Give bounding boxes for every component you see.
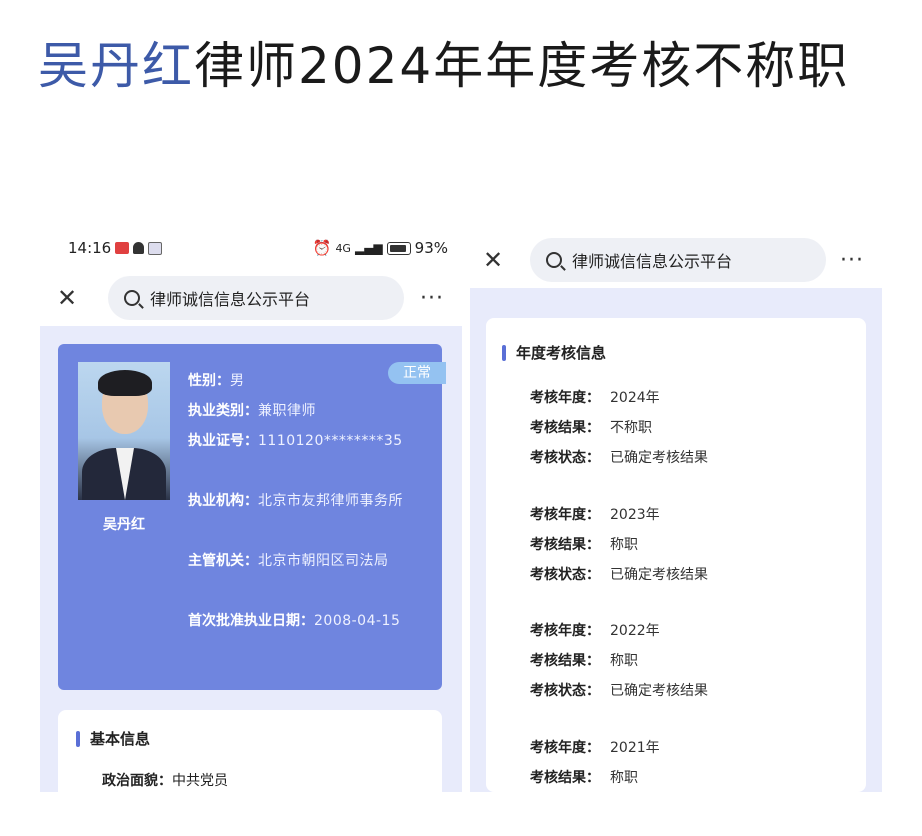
review-status: 已确定考核结果 <box>610 450 708 466</box>
browser-nav-bar: ✕ 律师诚信信息公示平台 ··· <box>470 236 890 284</box>
review-status-row: 考核状态： 已确定考核结果 <box>530 448 708 468</box>
field-value: 北京市朝阳区司法局 <box>258 553 389 569</box>
field-value: 2008-04-15 <box>314 613 401 629</box>
review-status-row: 考核状态： 已确定考核结果 <box>530 681 708 701</box>
review-result-row: 考核结果： 称职 <box>530 535 638 555</box>
app-notification-icon <box>115 242 130 254</box>
field-license-number: 执业证号：1110120********35 <box>188 426 410 456</box>
close-icon[interactable]: ✕ <box>54 284 80 312</box>
search-icon <box>124 290 140 306</box>
headline-name: 吴丹红 <box>38 37 194 95</box>
field-label: 考核状态： <box>530 450 600 466</box>
image-notification-icon <box>148 241 163 255</box>
field-value: 男 <box>230 373 245 389</box>
more-icon[interactable]: ··· <box>420 286 444 311</box>
review-result-row: 考核结果： 称职 <box>530 768 638 788</box>
review-status: 已确定考核结果 <box>610 683 708 699</box>
search-text: 律师诚信信息公示平台 <box>150 290 311 309</box>
section-title-text: 基本信息 <box>90 730 151 748</box>
review-result-row: 考核结果： 不称职 <box>530 418 652 438</box>
field-label: 考核状态： <box>530 683 600 699</box>
section-marker <box>76 730 80 747</box>
field-label: 性别： <box>188 373 230 389</box>
field-label: 执业类别： <box>188 403 258 419</box>
section-title: 基本信息 <box>76 728 150 749</box>
field-label: 政治面貌： <box>102 773 172 789</box>
lawyer-name: 吴丹红 <box>103 517 145 533</box>
field-authority: 主管机关：北京市朝阳区司法局 <box>188 546 410 576</box>
search-box[interactable]: 律师诚信信息公示平台 <box>108 276 404 320</box>
section-title-text: 年度考核信息 <box>516 344 607 362</box>
field-gender: 性别：男 <box>188 366 428 396</box>
field-label: 首次批准执业日期： <box>188 613 314 629</box>
field-label: 执业证号： <box>188 433 258 449</box>
review-status: 已确定考核结果 <box>610 567 708 583</box>
field-label: 考核结果： <box>530 653 600 669</box>
battery-icon <box>386 241 411 255</box>
field-value: 1110120********35 <box>258 433 403 449</box>
review-result: 称职 <box>610 537 638 553</box>
lawyer-photo <box>78 362 170 500</box>
field-law-firm: 执业机构：北京市友邦律师事务所 <box>188 486 410 516</box>
review-year-row: 考核年度： 2021年 <box>530 738 660 758</box>
field-value: 中共党员 <box>172 773 228 789</box>
alarm-icon: ⏰ <box>312 239 332 257</box>
review-result: 称职 <box>610 770 638 786</box>
right-screenshot: ✕ 律师诚信信息公示平台 ··· 年度考核信息 考核年度： 2024年 考核结果：… <box>470 222 890 792</box>
review-year: 2024年 <box>610 390 660 406</box>
review-year: 2023年 <box>610 507 660 523</box>
lawyer-profile-card: 吴丹红 正常 性别：男 执业类别：兼职律师 执业证号：1110120******… <box>58 344 446 690</box>
field-label: 主管机关： <box>188 553 258 569</box>
review-result: 不称职 <box>610 420 652 436</box>
field-label: 考核年度： <box>530 740 600 756</box>
field-label: 考核结果： <box>530 770 600 786</box>
review-year: 2021年 <box>610 740 660 756</box>
network-label: 4G <box>335 241 351 255</box>
field-label: 考核状态： <box>530 567 600 583</box>
review-year-row: 考核年度： 2022年 <box>530 621 660 641</box>
field-label: 考核年度： <box>530 390 600 406</box>
field-label: 考核结果： <box>530 420 600 436</box>
field-value: 兼职律师 <box>258 403 316 419</box>
field-label: 考核结果： <box>530 537 600 553</box>
browser-nav-bar: ✕ 律师诚信信息公示平台 ··· <box>38 274 468 322</box>
close-icon[interactable]: ✕ <box>480 246 506 274</box>
review-year: 2022年 <box>610 623 660 639</box>
search-text: 律师诚信信息公示平台 <box>572 252 733 271</box>
section-title: 年度考核信息 <box>502 342 606 363</box>
section-marker <box>502 344 506 361</box>
field-first-approval-date: 首次批准执业日期：2008-04-15 <box>188 606 410 636</box>
more-icon[interactable]: ··· <box>840 248 864 273</box>
headline-rest: 律师2024年年度考核不称职 <box>194 37 850 95</box>
review-status-row: 考核状态： 已确定考核结果 <box>530 565 708 585</box>
field-label: 考核年度： <box>530 623 600 639</box>
status-bar: 14:16 ⏰ 4G ▂▄▆ 93% <box>68 236 448 260</box>
bell-icon <box>133 242 145 254</box>
headline: 吴丹红律师2024年年度考核不称职 <box>38 18 898 114</box>
search-icon <box>546 252 562 268</box>
battery-level: 93% <box>414 239 448 257</box>
political-status-row: 政治面貌：中共党员 <box>102 770 228 790</box>
left-screenshot: 14:16 ⏰ 4G ▂▄▆ 93% ✕ 律师诚信信息公示平台 ··· 吴丹红 … <box>38 222 468 792</box>
review-year-row: 考核年度： 2024年 <box>530 388 660 408</box>
signal-icon: ▂▄▆ <box>354 241 383 255</box>
search-box[interactable]: 律师诚信信息公示平台 <box>530 238 826 282</box>
review-result-row: 考核结果： 称职 <box>530 651 638 671</box>
basic-info-card: 基本信息 政治面貌：中共党员 <box>58 710 442 792</box>
status-time: 14:16 <box>68 239 112 257</box>
field-label: 考核年度： <box>530 507 600 523</box>
field-label: 执业机构： <box>188 493 258 509</box>
review-year-row: 考核年度： 2023年 <box>530 505 660 525</box>
field-value: 北京市友邦律师事务所 <box>258 493 403 509</box>
review-result: 称职 <box>610 653 638 669</box>
annual-review-card: 年度考核信息 考核年度： 2024年 考核结果： 不称职 考核状态： 已确定考核结果 … <box>486 318 866 792</box>
field-practice-type: 执业类别：兼职律师 <box>188 396 428 426</box>
